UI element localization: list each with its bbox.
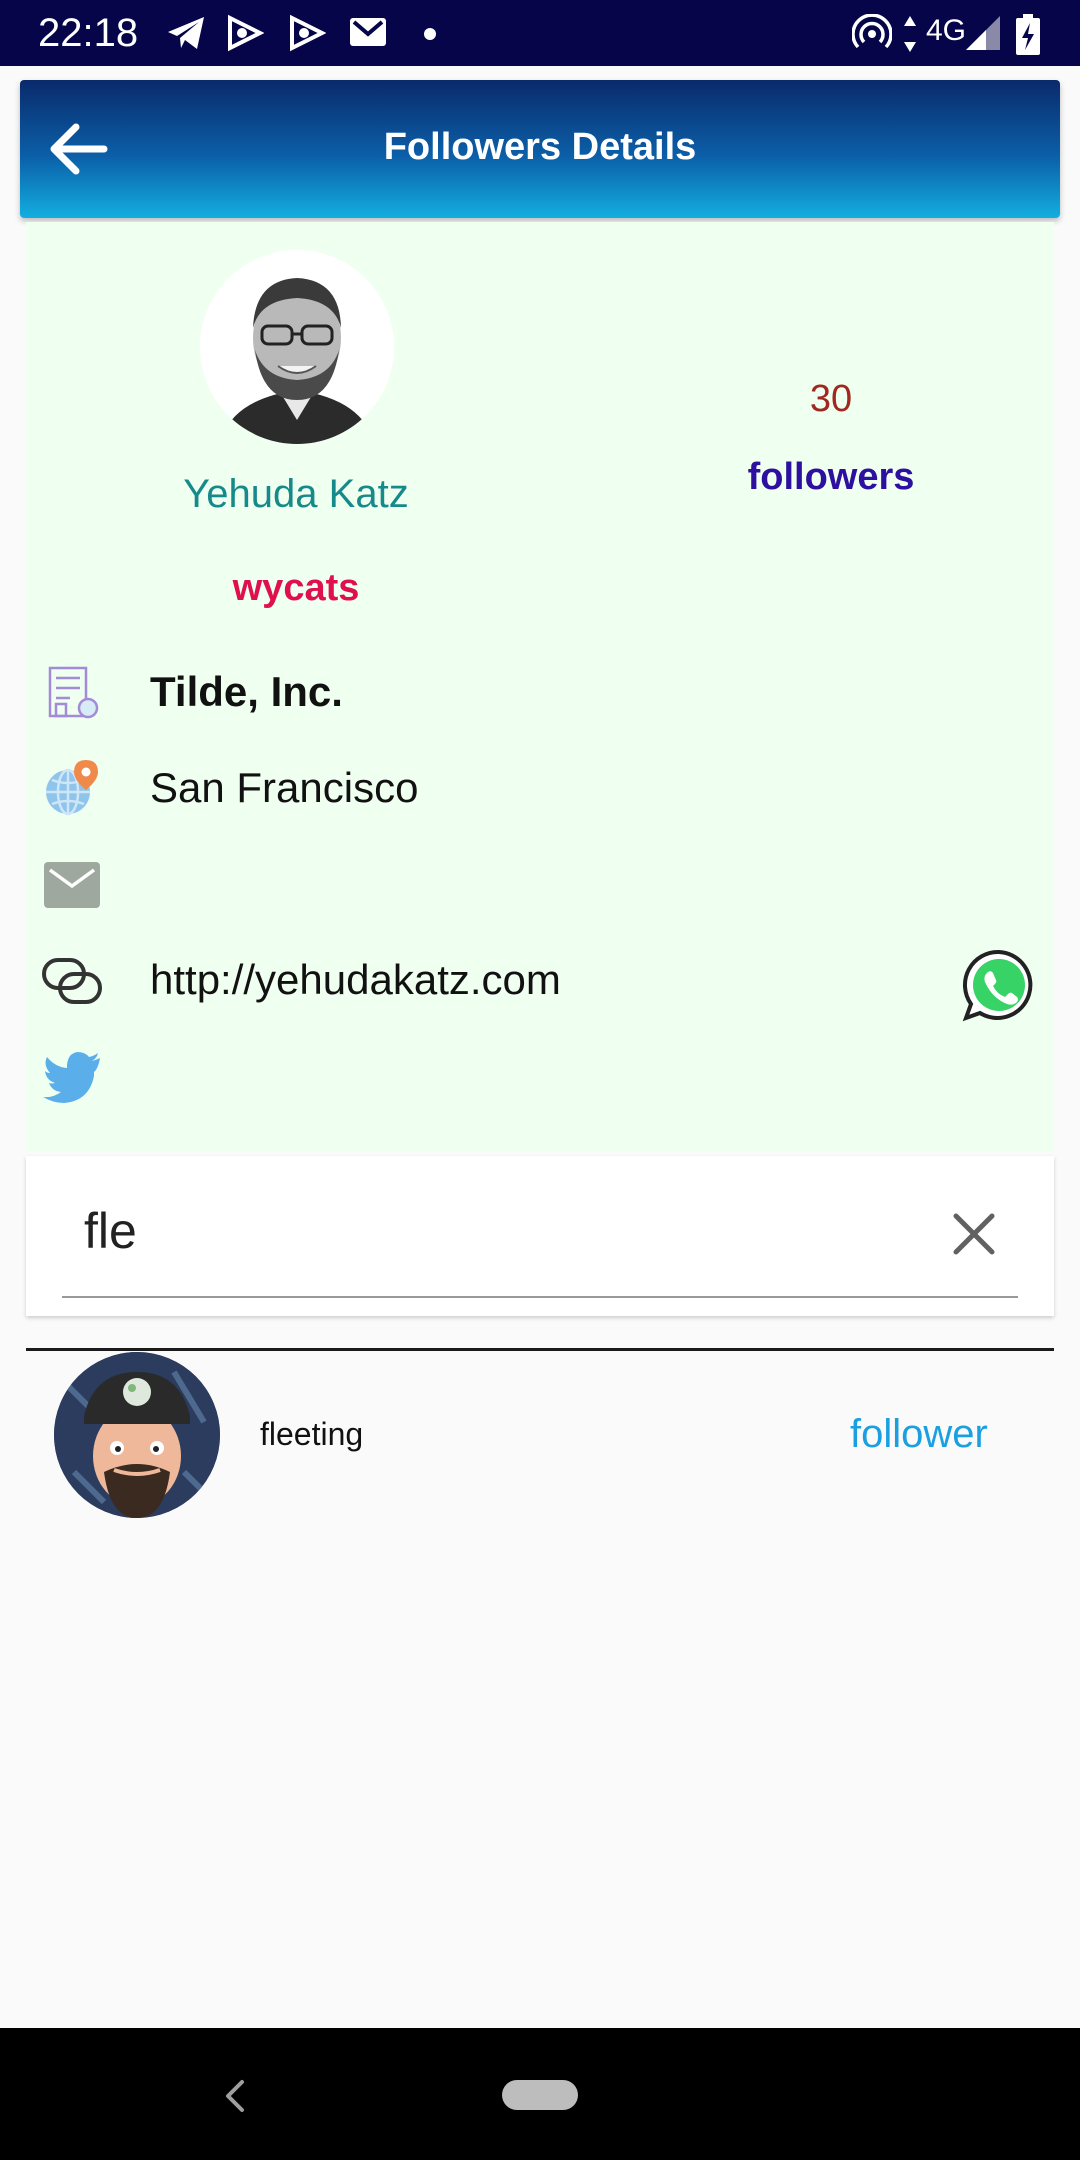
status-bar: 22:18 4G xyxy=(0,0,1080,66)
gmail-icon xyxy=(350,18,386,46)
nav-home-button[interactable] xyxy=(502,2080,578,2110)
location-row: San Francisco xyxy=(26,748,1054,828)
link-icon xyxy=(42,958,102,1004)
nav-back-icon[interactable] xyxy=(218,2076,254,2116)
email-row xyxy=(26,844,1054,924)
close-icon[interactable] xyxy=(942,1202,1006,1266)
telegram-icon xyxy=(168,17,204,49)
profile-login: wycats xyxy=(232,567,360,609)
app-notification-icon-2 xyxy=(290,14,326,52)
app-bar: Followers Details xyxy=(20,80,1060,218)
signal-icon xyxy=(966,16,1000,50)
search-input[interactable] xyxy=(84,1196,884,1266)
profile-name: Yehuda Katz xyxy=(183,472,409,516)
network-type: 4G xyxy=(926,14,967,47)
blog-link[interactable]: http://yehudakatz.com xyxy=(150,956,561,1004)
app-notification-icon xyxy=(228,14,264,52)
followers-count: 30 xyxy=(809,378,853,420)
screen: 22:18 4G Followers Details Yehuda Katz w… xyxy=(0,0,1080,2160)
list-item[interactable]: fleeting follower xyxy=(26,1352,1054,1518)
search-underline xyxy=(62,1296,1018,1298)
twitter-row xyxy=(26,1036,1054,1116)
building-icon xyxy=(48,666,99,719)
twitter-bird-icon xyxy=(43,1052,100,1103)
page-title: Followers Details xyxy=(383,126,697,168)
avatar-icon xyxy=(54,1352,220,1518)
whatsapp-icon[interactable] xyxy=(962,948,1036,1022)
location-text: San Francisco xyxy=(150,764,419,811)
followers-label: followers xyxy=(747,456,915,498)
status-time: 22:18 xyxy=(38,11,139,55)
profile-card: Yehuda Katz wycats 30 followers Tilde, I… xyxy=(26,222,1054,1152)
data-transfer-icon xyxy=(904,16,916,52)
blog-row: http://yehudakatz.com xyxy=(26,940,1054,1020)
hotspot-icon xyxy=(852,14,892,49)
search-card xyxy=(26,1156,1054,1316)
battery-charging-icon xyxy=(1016,14,1040,55)
user-avatar xyxy=(200,250,394,444)
more-notifications-dot xyxy=(424,28,436,40)
company-row: Tilde, Inc. xyxy=(26,652,1054,732)
follower-login: fleeting xyxy=(260,1416,364,1452)
navigation-bar xyxy=(0,2028,1080,2160)
globe-pin-icon xyxy=(46,760,98,816)
divider xyxy=(26,1348,1054,1351)
company-text: Tilde, Inc. xyxy=(150,668,343,715)
follower-type: follower xyxy=(850,1412,988,1456)
mail-icon xyxy=(44,862,100,908)
